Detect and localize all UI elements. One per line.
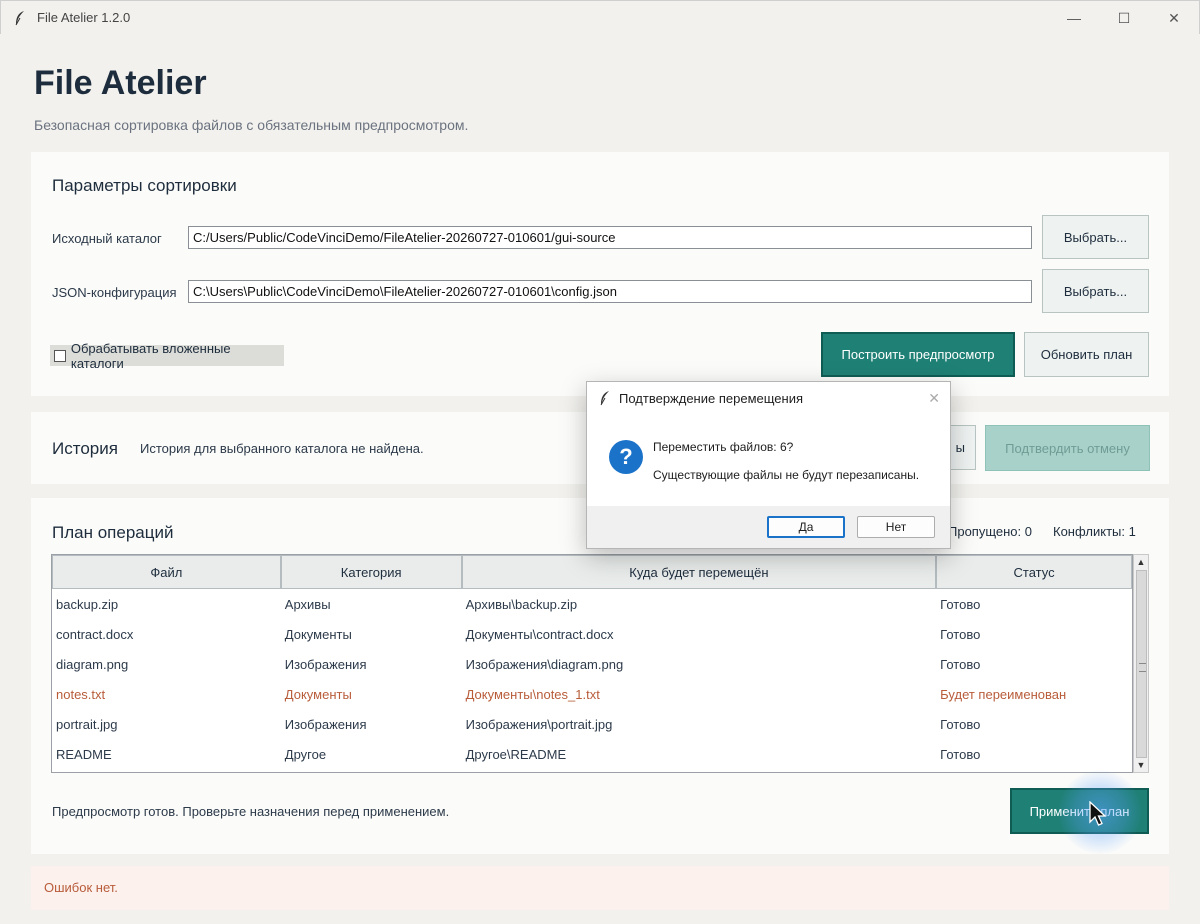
table-row[interactable]: README Другое Другое\README Готово — [52, 739, 1132, 769]
plan-title: План операций — [52, 523, 174, 542]
config-path-input[interactable] — [188, 280, 1032, 303]
cell-file: diagram.png — [56, 656, 129, 672]
confirm-move-dialog: Подтверждение перемещения ✕ ? Переместит… — [586, 381, 951, 549]
table-scrollbar[interactable]: ▲ ▼ — [1133, 554, 1149, 773]
column-header-status[interactable]: Статус — [936, 555, 1132, 589]
cell-destination: Документы\notes_1.txt — [465, 686, 600, 702]
dialog-body: ? Переместить файлов: 6? Существующие фа… — [587, 414, 950, 506]
app-heading: File Atelier — [34, 64, 207, 102]
error-text: Ошибок нет. — [44, 880, 118, 895]
minimize-button[interactable]: — — [1049, 1, 1099, 35]
browse-source-button[interactable]: Выбрать... — [1042, 215, 1149, 259]
scroll-up-icon[interactable]: ▲ — [1134, 555, 1148, 569]
dialog-message-note: Существующие файлы не будут перезаписаны… — [653, 468, 920, 482]
dialog-no-button[interactable]: Нет — [857, 516, 935, 538]
table-row[interactable]: portrait.jpg Изображения Изображения\por… — [52, 709, 1132, 739]
cell-file: README — [56, 746, 112, 762]
cell-category: Архивы — [284, 596, 331, 612]
scrollbar-thumb[interactable] — [1136, 570, 1147, 758]
cell-file: backup.zip — [56, 596, 119, 612]
browse-config-button[interactable]: Выбрать... — [1042, 269, 1149, 313]
column-header-file[interactable]: Файл — [52, 555, 281, 589]
cell-file: contract.docx — [56, 626, 134, 642]
cell-destination: Изображения\diagram.png — [465, 656, 624, 672]
cell-destination: Архивы\backup.zip — [465, 596, 578, 612]
plan-panel: План операций Пропущено: 0 Конфликты: 1 … — [31, 498, 1169, 854]
cell-file: portrait.jpg — [56, 716, 118, 732]
cell-destination: Изображения\portrait.jpg — [465, 716, 613, 732]
question-icon: ? — [609, 440, 643, 474]
recursive-checkbox[interactable]: Обрабатывать вложенные каталоги — [50, 341, 284, 371]
apply-plan-button[interactable]: Применить план — [1010, 788, 1149, 834]
cell-destination: Другое\README — [465, 746, 567, 762]
params-panel: Параметры сортировки Исходный каталог Вы… — [31, 152, 1169, 396]
cell-category: Изображения — [284, 716, 367, 732]
dialog-close-icon[interactable]: ✕ — [928, 390, 940, 407]
feather-icon — [11, 9, 29, 27]
close-button[interactable]: ✕ — [1149, 1, 1199, 35]
cell-category: Документы — [284, 626, 352, 642]
cell-status: Готово — [940, 746, 981, 762]
recursive-label: Обрабатывать вложенные каталоги — [70, 340, 231, 371]
conflicts-count: Конфликты: 1 — [1053, 524, 1136, 539]
params-title: Параметры сортировки — [52, 176, 237, 195]
cell-status: Готово — [940, 716, 981, 732]
cell-category: Другое — [284, 746, 327, 762]
app-subtitle: Безопасная сортировка файлов с обязатель… — [34, 117, 469, 133]
maximize-button[interactable]: ☐ — [1099, 1, 1149, 35]
cell-category: Изображения — [284, 656, 367, 672]
table-row[interactable]: diagram.png Изображения Изображения\diag… — [52, 649, 1132, 679]
history-empty-text: История для выбранного каталога не найде… — [140, 441, 424, 456]
mouse-cursor-icon — [1089, 801, 1107, 826]
cell-status: Готово — [940, 596, 981, 612]
build-preview-button[interactable]: Построить предпросмотр — [821, 332, 1015, 377]
skipped-count: Пропущено: 0 — [948, 524, 1032, 539]
table-row[interactable]: backup.zip Архивы Архивы\backup.zip Гото… — [52, 589, 1132, 619]
table-row[interactable]: contract.docx Документы Документы\contra… — [52, 619, 1132, 649]
scroll-down-icon[interactable]: ▼ — [1134, 758, 1148, 772]
feather-icon — [597, 390, 613, 406]
window-titlebar: File Atelier 1.2.0 — ☐ ✕ — [0, 0, 1200, 34]
column-header-destination[interactable]: Куда будет перемещён — [461, 555, 937, 589]
column-header-category[interactable]: Категория — [280, 555, 462, 589]
confirm-undo-button: Подтвердить отмену — [985, 425, 1150, 471]
plan-status-text: Предпросмотр готов. Проверьте назначения… — [52, 804, 450, 819]
cell-file: notes.txt — [56, 686, 106, 702]
error-bar: Ошибок нет. — [31, 866, 1169, 910]
dialog-titlebar: Подтверждение перемещения ✕ — [587, 382, 950, 414]
config-label: JSON-конфигурация — [52, 285, 177, 300]
cell-status: Готово — [940, 626, 981, 642]
dialog-yes-button[interactable]: Да — [767, 516, 845, 538]
plan-table[interactable]: Файл Категория Куда будет перемещён Стат… — [51, 554, 1133, 773]
cell-status: Будет переименован — [940, 686, 1067, 702]
cell-status: Готово — [940, 656, 981, 672]
source-label: Исходный каталог — [52, 231, 162, 246]
dialog-message-count: Переместить файлов: 6? — [653, 440, 794, 454]
dialog-title: Подтверждение перемещения — [619, 390, 803, 406]
history-title: История — [52, 439, 118, 458]
refresh-plan-button[interactable]: Обновить план — [1024, 332, 1149, 377]
window-title: File Atelier 1.2.0 — [37, 10, 131, 25]
source-path-input[interactable] — [188, 226, 1032, 249]
dialog-footer: Да Нет — [587, 506, 950, 548]
table-row-conflict[interactable]: notes.txt Документы Документы\notes_1.tx… — [52, 679, 1132, 709]
cell-category: Документы — [284, 686, 352, 702]
cell-destination: Документы\contract.docx — [465, 626, 614, 642]
checkbox-box[interactable] — [54, 349, 66, 362]
table-header: Файл Категория Куда будет перемещён Стат… — [52, 555, 1132, 589]
